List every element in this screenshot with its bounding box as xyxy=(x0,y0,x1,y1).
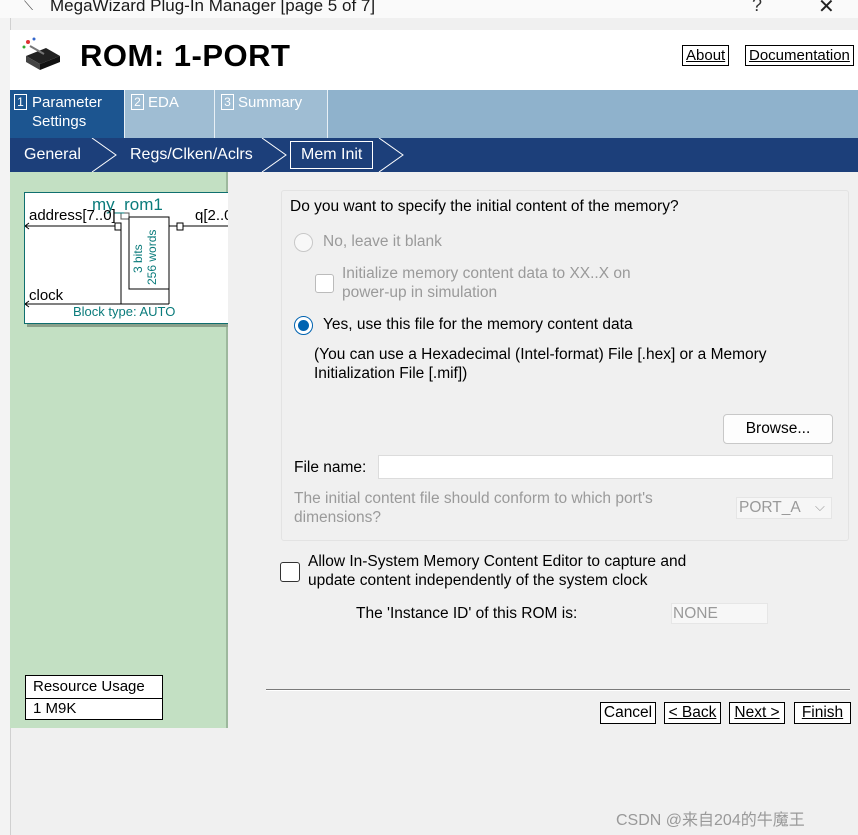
tab-label: Parameter xyxy=(32,94,103,111)
resource-usage-header: Resource Usage xyxy=(26,676,162,699)
chevron-down-icon: ⌵ xyxy=(815,499,825,514)
next-button[interactable]: Next > xyxy=(729,702,785,724)
tab-label: Summary xyxy=(238,94,303,111)
clock-port-label: clock xyxy=(29,287,64,304)
memory-editor-label: Allow In-System Memory Content Editor to… xyxy=(308,553,687,570)
bits-label: 3 bits xyxy=(131,244,145,273)
port-select-value: PORT_A xyxy=(739,499,801,516)
browse-button[interactable]: Browse... xyxy=(723,414,833,444)
port-dims-label-line2: dimensions? xyxy=(294,509,382,526)
resource-usage-table: Resource Usage 1 M9K xyxy=(25,675,163,720)
finish-button[interactable]: Finish xyxy=(794,702,851,724)
breadcrumb-mem-init[interactable]: Mem Init xyxy=(290,141,374,169)
help-button[interactable]: ? xyxy=(752,0,762,16)
port-dims-label: The initial content file should conform … xyxy=(294,490,653,507)
init-question: Do you want to specify the initial conte… xyxy=(290,198,679,215)
memory-editor-label-line2: update content independently of the syst… xyxy=(308,572,648,589)
instance-id-value: NONE xyxy=(673,605,718,622)
use-file-label: Yes, use this file for the memory conten… xyxy=(323,316,633,333)
init-xx-label: Initialize memory content data to XX..X … xyxy=(342,265,631,282)
leave-blank-radio[interactable] xyxy=(294,233,313,252)
init-xx-checkbox[interactable] xyxy=(315,274,334,293)
tab-summary[interactable]: 3 Summary xyxy=(215,90,328,138)
tab-label-line2: Settings xyxy=(32,113,87,130)
back-button[interactable]: < Back xyxy=(664,702,721,724)
resource-usage-value: 1 M9K xyxy=(33,700,77,717)
init-xx-label-line2: power-up in simulation xyxy=(342,284,498,301)
port-select[interactable]: PORT_A ⌵ xyxy=(736,497,832,519)
words-label: 256 words xyxy=(145,229,159,285)
file-name-input[interactable] xyxy=(378,455,833,479)
documentation-button[interactable]: Documentation xyxy=(745,45,854,66)
radio-selected-dot xyxy=(298,320,309,331)
file-format-hint: (You can use a Hexadecimal (Intel-format… xyxy=(314,346,767,363)
instance-id-field[interactable]: NONE xyxy=(671,603,768,624)
memory-editor-checkbox[interactable] xyxy=(280,562,300,582)
window-title: MegaWizard Plug-In Manager [page 5 of 7] xyxy=(50,0,376,15)
address-port-label: address[7..0] xyxy=(29,207,116,224)
page-title: ROM: 1-PORT xyxy=(80,38,291,73)
file-format-hint-line2: Initialization File [.mif]) xyxy=(314,365,468,382)
cancel-button[interactable]: Cancel xyxy=(600,702,656,724)
tab-number: 3 xyxy=(221,94,234,110)
about-button[interactable]: About xyxy=(682,45,730,66)
watermark: CSDN @来自204的牛魔王 xyxy=(616,812,805,829)
tab-number: 2 xyxy=(131,94,144,110)
use-file-radio[interactable] xyxy=(294,316,313,335)
wand-icon: ⟍ xyxy=(24,0,34,13)
tab-parameter-settings[interactable]: 1 Parameter Settings xyxy=(10,90,125,138)
breadcrumb-regs-clken-aclrs[interactable]: Regs/Clken/Aclrs xyxy=(130,140,253,170)
rom-symbol: my_rom1 address[7..0] q[2..0] 3 bits 256… xyxy=(24,192,244,324)
tab-eda[interactable]: 2 EDA xyxy=(125,90,215,138)
tab-label: EDA xyxy=(148,94,179,111)
title-bar: ⟍ MegaWizard Plug-In Manager [page 5 of … xyxy=(0,0,858,18)
block-type-label: Block type: AUTO xyxy=(73,304,176,319)
file-name-label: File name: xyxy=(294,459,367,476)
leave-blank-label: No, leave it blank xyxy=(323,233,442,250)
instance-id-label: The 'Instance ID' of this ROM is: xyxy=(356,605,578,622)
chip-wizard-icon xyxy=(20,34,66,74)
footer-divider-highlight xyxy=(266,690,850,691)
tab-number: 1 xyxy=(14,94,27,110)
close-icon[interactable]: ✕ xyxy=(818,0,835,18)
breadcrumb-general[interactable]: General xyxy=(24,140,81,170)
